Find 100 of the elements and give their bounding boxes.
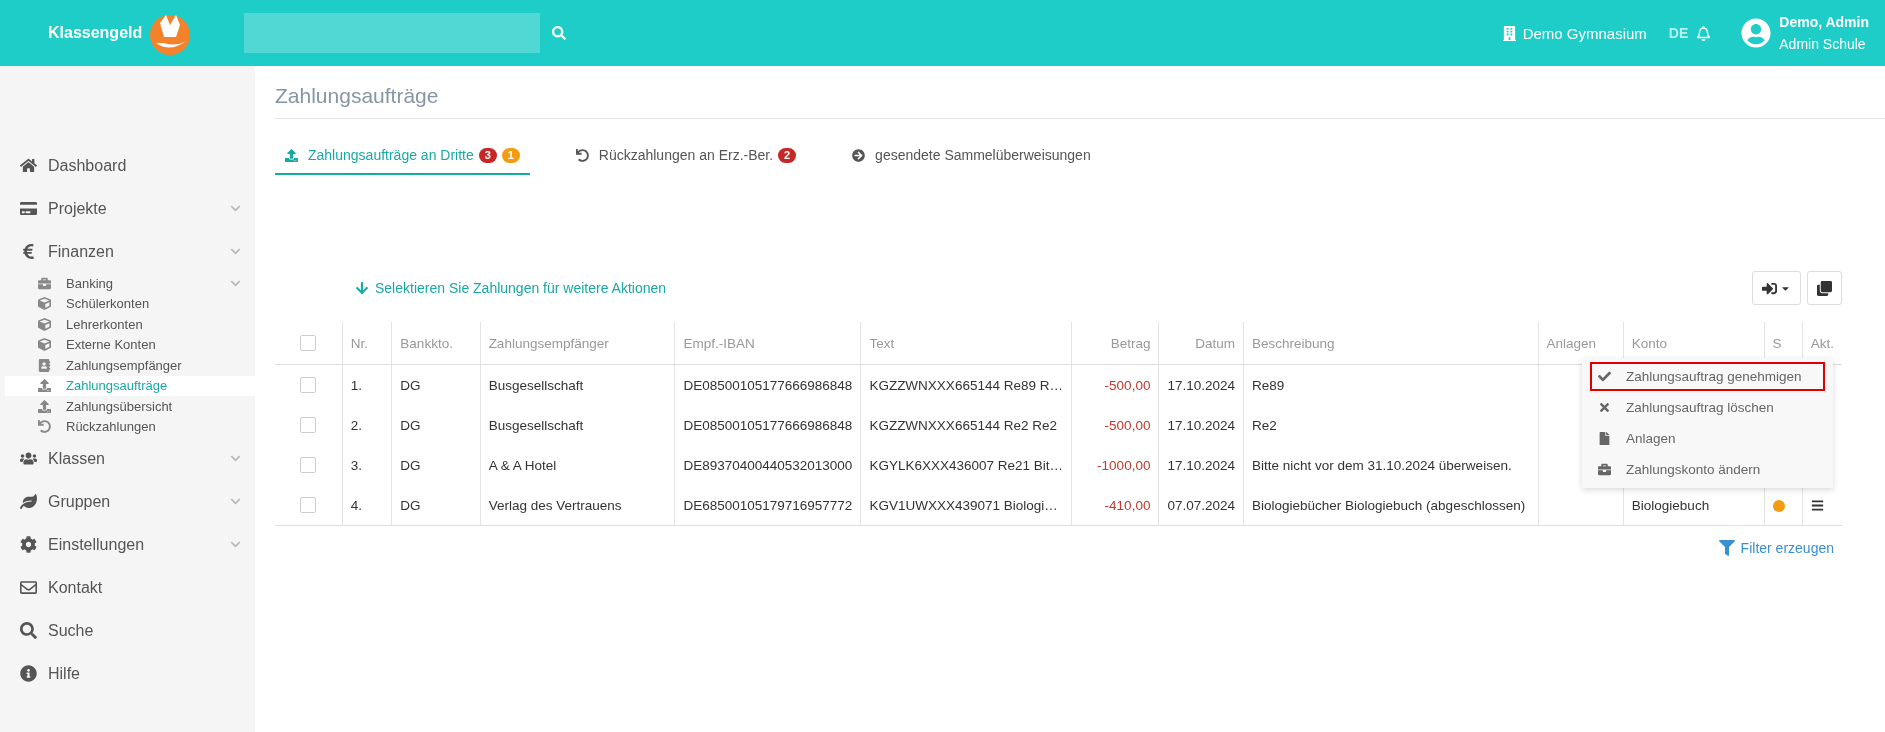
table-cell: 17.10.2024 [1158,405,1244,445]
table-cell: KGZZWNXXX665144 Re2 Re2 [860,405,1072,445]
tab[interactable]: Zahlungsaufträge an Dritte 3 1 [275,147,530,175]
table-cell: Verlag des Vertrauens [480,485,675,526]
row-checkbox[interactable] [300,497,317,514]
table-cell: Busgesellschaft [480,405,675,445]
action-hint: Selektieren Sie Zahlungen für weitere Aktionen [375,280,667,296]
leaf-icon [20,493,37,510]
envelope-icon [20,579,37,596]
tab[interactable]: gesendete Sammelüberweisungen [842,147,1101,175]
sidebar-item[interactable]: Dashboard [0,144,255,187]
sidebar-subitem[interactable]: Externe Konten [5,334,255,355]
column-header: Betrag [1071,322,1159,365]
sidebar-subitem[interactable]: Schülerkonten [5,293,255,314]
menu-item-label: Zahlungskonto ändern [1626,462,1761,477]
table-cell: DE08500105177666986848 [674,364,861,405]
table-cell: Re2 [1243,405,1539,445]
table-cell: DE08500105177666986848 [674,405,861,445]
gear-icon [20,536,37,553]
select-all-checkbox[interactable] [300,335,317,352]
menu-icon[interactable] [1810,498,1824,512]
sidebar-item[interactable]: Kontakt [0,566,255,609]
arrow-down-icon [355,281,369,295]
home-icon [20,157,37,174]
count-badge: 2 [778,147,797,163]
count-badge: 1 [501,147,520,163]
users-icon [20,450,37,467]
row-checkbox[interactable] [300,457,317,474]
menu-item[interactable]: Anlagen [1590,424,1825,453]
file-icon [1598,432,1611,445]
row-checkbox[interactable] [300,377,317,394]
sidebar-subitem[interactable]: Zahlungsübersicht [5,396,255,417]
count-badge: 3 [478,147,497,163]
table-cell: 1. [342,364,392,405]
undo-icon [575,148,589,162]
menu-item[interactable]: Zahlungsauftrag löschen [1590,393,1825,422]
tab-label: Rückzahlungen an Erz.-Ber. [598,147,774,163]
menu-item[interactable]: Zahlungskonto ändern [1590,455,1825,484]
tab-label: gesendete Sammelüberweisungen [875,147,1091,163]
search-icon [552,26,567,40]
building-icon [1501,25,1517,41]
columns-button[interactable] [1807,271,1842,305]
credit-card-icon [20,200,37,217]
menu-item-label: Zahlungsauftrag löschen [1626,400,1774,415]
row-checkbox[interactable] [300,417,317,434]
briefcase-icon [1598,463,1611,476]
sidebar-item[interactable]: Klassen [0,437,255,480]
search-field[interactable] [244,13,541,53]
import-dropdown-button[interactable] [1752,271,1801,305]
table-cell: 3. [342,445,392,485]
sidebar-item[interactable]: Hilfe [0,652,255,695]
table-cell: 17.10.2024 [1158,445,1244,485]
sidebar-subitem[interactable]: Zahlungsempfänger [5,355,255,376]
cube-icon [38,297,51,311]
table-cell: DG [391,445,481,485]
table-cell: KGZZWNXXX665144 Re89 R… [860,364,1072,405]
sidebar-item[interactable]: Finanzen [0,230,255,273]
bell-icon[interactable] [1696,25,1712,41]
table-cell: 07.07.2024 [1158,485,1244,526]
filter-link[interactable]: Filter erzeugen [1740,540,1834,556]
column-header: Text [860,322,1072,365]
column-header: Empf.-IBAN [674,322,861,365]
table-cell: Bitte nicht vor dem 31.10.2024 überweisen. [1243,445,1539,485]
sidebar-item[interactable]: Einstellungen [0,523,255,566]
table-cell: Re89 [1243,364,1539,405]
upload-icon [285,148,298,162]
sidebar-item[interactable]: Gruppen [0,480,255,523]
table-cell: KGV1UWXXX439071 Biologi… [860,485,1072,526]
upload-icon [38,399,51,413]
table-cell: DG [391,405,481,445]
tab[interactable]: Rückzahlungen an Erz.-Ber. 2 [565,147,807,175]
table-cell: 17.10.2024 [1158,364,1244,405]
table-cell: DG [391,485,481,526]
table-cell: KGYLK6XXX436007 Re21 Bit… [860,445,1072,485]
menu-item-label: Anlagen [1626,431,1676,446]
table-cell: -1000,00 [1071,445,1159,485]
tab-label: Zahlungsaufträge an Dritte [308,147,474,163]
user-avatar-icon[interactable] [1741,18,1772,48]
table-cell: DE68500105179716957772 [674,485,861,526]
brand-name: Klassengeld [48,24,143,42]
briefcase-icon [38,276,51,290]
sidebar-subitem[interactable]: Banking [5,273,255,294]
sidebar-subitem[interactable]: Lehrerkonten [5,314,255,335]
contact-card-icon [38,358,51,372]
filter-icon [1718,540,1735,556]
undo-icon [38,420,51,434]
column-header: Zahlungsempfänger [480,322,675,365]
page-title: Zahlungsaufträge [275,66,1885,119]
column-header: Datum [1158,322,1244,365]
menu-item-label: Zahlungsauftrag genehmigen [1626,369,1802,384]
table-cell: -500,00 [1071,405,1159,445]
sidebar-item[interactable]: Suche [0,609,255,652]
menu-item[interactable]: Zahlungsauftrag genehmigen [1590,362,1825,391]
table-cell: DG [391,364,481,405]
sign-in-icon [1762,280,1777,296]
sidebar-item[interactable]: Projekte [0,187,255,230]
sidebar-subitem[interactable]: Rückzahlungen [5,416,255,437]
table-cell: A & A Hotel [480,445,675,485]
column-header: Beschreibung [1243,322,1539,365]
upload-icon [38,379,51,393]
